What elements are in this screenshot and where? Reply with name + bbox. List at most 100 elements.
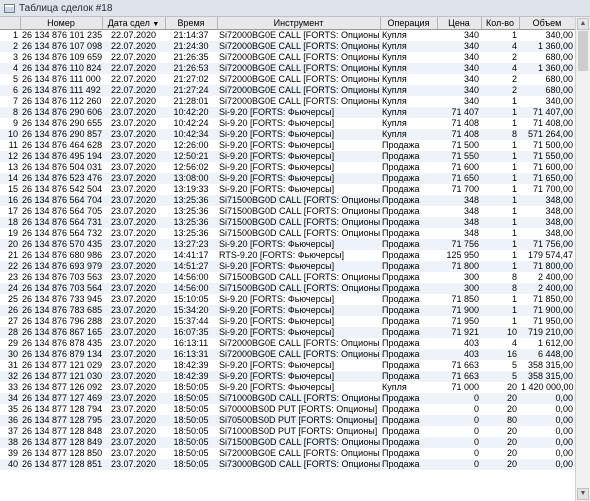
table-row[interactable]: 25 26 134 876 733 945 23.07.2020 15:10:05 Si… bbox=[0, 294, 575, 305]
volume-cell: 0,00 bbox=[555, 426, 573, 436]
row-index-cell: 17 bbox=[7, 206, 18, 216]
table-row[interactable]: 22 26 134 876 693 979 23.07.2020 14:51:27 Si… bbox=[0, 261, 575, 272]
table-row[interactable]: 20 26 134 876 570 435 23.07.2020 13:27:23 Si… bbox=[0, 239, 575, 250]
window-titlebar[interactable]: Таблица сделок #18 bbox=[0, 0, 590, 17]
table-row[interactable]: 17 26 134 876 564 705 23.07.2020 13:25:36 Si… bbox=[0, 206, 575, 217]
volume-cell: 1 612,00 bbox=[537, 338, 573, 348]
table-row[interactable]: 6 26 134 876 111 492 22.07.2020 21:27:24 Si7… bbox=[0, 85, 575, 96]
price-cell: 71 700 bbox=[451, 184, 479, 194]
volume-cell: 1 360,00 bbox=[537, 41, 573, 51]
table-row[interactable]: 39 26 134 877 128 850 23.07.2020 18:50:05 Si… bbox=[0, 448, 575, 459]
table-row[interactable]: 24 26 134 876 703 564 23.07.2020 14:56:00 Si… bbox=[0, 283, 575, 294]
table-row[interactable]: 15 26 134 876 542 504 23.07.2020 13:19:33 Si… bbox=[0, 184, 575, 195]
table-row[interactable]: 38 26 134 877 128 849 23.07.2020 18:50:05 Si… bbox=[0, 437, 575, 448]
table-row[interactable]: 28 26 134 876 867 165 23.07.2020 16:07:35 Si… bbox=[0, 327, 575, 338]
table-row[interactable]: 1 26 134 876 101 235 22.07.2020 21:14:37 Si7… bbox=[0, 29, 575, 41]
table-row[interactable]: 32 26 134 877 121 030 23.07.2020 18:42:39 Si… bbox=[0, 371, 575, 382]
instrument-cell: Si71500BG0D CALL [FORTS: Опционы] bbox=[219, 195, 380, 205]
table-row[interactable]: 10 26 134 876 290 857 23.07.2020 10:42:34 Si… bbox=[0, 129, 575, 140]
quantity-cell: 1 bbox=[511, 151, 517, 161]
scroll-up-arrow-icon[interactable]: ▲ bbox=[577, 18, 589, 30]
col-header-time[interactable]: Время bbox=[165, 17, 218, 30]
table-row[interactable]: 12 26 134 876 495 194 23.07.2020 12:50:21 Si… bbox=[0, 151, 575, 162]
table-row[interactable]: 36 26 134 877 128 795 23.07.2020 18:50:05 Si… bbox=[0, 415, 575, 426]
col-header-volume[interactable]: Объем bbox=[519, 17, 575, 30]
volume-cell: 71 407,00 bbox=[532, 107, 573, 117]
operation-cell: Продажа bbox=[382, 283, 420, 293]
trade-date-cell: 23.07.2020 bbox=[110, 239, 157, 249]
table-row[interactable]: 23 26 134 876 703 563 23.07.2020 14:56:00 Si… bbox=[0, 272, 575, 283]
table-row[interactable]: 7 26 134 876 112 260 22.07.2020 21:28:01 Si7… bbox=[0, 96, 575, 107]
price-cell: 300 bbox=[463, 283, 479, 293]
col-header-number[interactable]: Номер bbox=[20, 17, 103, 30]
col-header-price[interactable]: Цена bbox=[437, 17, 482, 30]
scroll-down-arrow-icon[interactable]: ▼ bbox=[577, 488, 589, 500]
col-header-instrument[interactable]: Инструмент bbox=[217, 17, 381, 30]
instrument-cell: Si-9.20 [FORTS: Фьючерсы] bbox=[219, 184, 335, 194]
row-index-cell: 1 bbox=[12, 30, 18, 40]
trade-number-cell: 26 134 876 680 986 bbox=[22, 250, 102, 260]
table-row[interactable]: 19 26 134 876 564 732 23.07.2020 13:25:36 Si… bbox=[0, 228, 575, 239]
operation-cell: Купля bbox=[382, 107, 407, 117]
col-header-index[interactable] bbox=[0, 17, 21, 30]
scrollbar-thumb[interactable] bbox=[578, 31, 588, 71]
volume-cell: 71 700,00 bbox=[532, 184, 573, 194]
row-index-cell: 9 bbox=[12, 118, 18, 128]
table-row[interactable]: 8 26 134 876 290 606 23.07.2020 10:42:20 Si-… bbox=[0, 107, 575, 118]
instrument-cell: Si71500BG0D CALL [FORTS: Опционы] bbox=[219, 272, 380, 282]
volume-cell: 348,00 bbox=[545, 206, 573, 216]
table-row[interactable]: 40 26 134 877 128 851 23.07.2020 18:50:05 Si… bbox=[0, 459, 575, 470]
volume-cell: 0,00 bbox=[555, 415, 573, 425]
trade-date-cell: 23.07.2020 bbox=[110, 272, 157, 282]
trade-date-cell: 22.07.2020 bbox=[110, 74, 157, 84]
table-row[interactable]: 18 26 134 876 564 731 23.07.2020 13:25:36 Si… bbox=[0, 217, 575, 228]
table-row[interactable]: 9 26 134 876 290 655 23.07.2020 10:42:24 Si-… bbox=[0, 118, 575, 129]
quantity-cell: 20 bbox=[506, 426, 517, 436]
table-row[interactable]: 26 26 134 876 783 685 23.07.2020 15:34:20 Si… bbox=[0, 305, 575, 316]
trade-date-cell: 23.07.2020 bbox=[110, 459, 157, 469]
trade-number-cell: 26 134 876 703 563 bbox=[22, 272, 102, 282]
price-cell: 340 bbox=[463, 30, 479, 40]
instrument-cell: Si-9.20 [FORTS: Фьючерсы] bbox=[219, 173, 335, 183]
trade-number-cell: 26 134 876 867 165 bbox=[22, 327, 102, 337]
row-index-cell: 12 bbox=[7, 151, 18, 161]
row-index-cell: 2 bbox=[12, 41, 18, 51]
table-row[interactable]: 35 26 134 877 128 794 23.07.2020 18:50:05 Si… bbox=[0, 404, 575, 415]
col-header-operation[interactable]: Операция bbox=[380, 17, 438, 30]
table-row[interactable]: 34 26 134 877 127 469 23.07.2020 18:50:05 Si… bbox=[0, 393, 575, 404]
table-row[interactable]: 14 26 134 876 523 476 23.07.2020 13:08:00 Si… bbox=[0, 173, 575, 184]
table-row[interactable]: 2 26 134 876 107 098 22.07.2020 21:24:30 Si7… bbox=[0, 41, 575, 52]
instrument-cell: Si72000BG0E CALL [FORTS: Опционы] bbox=[219, 52, 380, 62]
table-row[interactable]: 13 26 134 876 504 031 23.07.2020 12:56:02 Si… bbox=[0, 162, 575, 173]
col-header-quantity[interactable]: Кол-во bbox=[481, 17, 520, 30]
vertical-scrollbar[interactable]: ▲ ▼ bbox=[575, 17, 590, 501]
row-index-cell: 29 bbox=[7, 338, 18, 348]
trade-number-cell: 26 134 876 504 031 bbox=[22, 162, 102, 172]
table-row[interactable]: 27 26 134 876 796 288 23.07.2020 15:37:44 Si… bbox=[0, 316, 575, 327]
table-row[interactable]: 37 26 134 877 128 848 23.07.2020 18:50:05 Si… bbox=[0, 426, 575, 437]
trade-time-cell: 18:42:39 bbox=[173, 371, 209, 381]
operation-cell: Продажа bbox=[382, 316, 420, 326]
table-row[interactable]: 4 26 134 876 110 824 22.07.2020 21:26:53 Si7… bbox=[0, 63, 575, 74]
table-row[interactable]: 33 26 134 877 126 092 23.07.2020 18:50:05 Si… bbox=[0, 382, 575, 393]
instrument-cell: Si71500BG0D CALL [FORTS: Опционы] bbox=[219, 217, 380, 227]
trade-date-cell: 23.07.2020 bbox=[110, 195, 157, 205]
instrument-cell: Si71000BG0D CALL [FORTS: Опционы] bbox=[219, 393, 380, 403]
volume-cell: 0,00 bbox=[555, 404, 573, 414]
table-row[interactable]: 16 26 134 876 564 704 23.07.2020 13:25:36 Si… bbox=[0, 195, 575, 206]
table-row[interactable]: 29 26 134 876 878 435 23.07.2020 16:13:11 Si… bbox=[0, 338, 575, 349]
row-index-cell: 22 bbox=[7, 261, 18, 271]
table-row[interactable]: 11 26 134 876 464 628 23.07.2020 12:26:00 Si… bbox=[0, 140, 575, 151]
row-index-cell: 35 bbox=[7, 404, 18, 414]
row-index-cell: 11 bbox=[8, 140, 18, 150]
table-row[interactable]: 30 26 134 876 879 134 23.07.2020 16:13:31 Si… bbox=[0, 349, 575, 360]
table-row[interactable]: 31 26 134 877 121 029 23.07.2020 18:42:39 Si… bbox=[0, 360, 575, 371]
trade-time-cell: 13:25:36 bbox=[173, 195, 209, 205]
table-row[interactable]: 21 26 134 876 680 986 23.07.2020 14:41:17 RT… bbox=[0, 250, 575, 261]
table-row[interactable]: 3 26 134 876 109 659 22.07.2020 21:26:35 Si7… bbox=[0, 52, 575, 63]
table-row[interactable]: 5 26 134 876 111 000 22.07.2020 21:27:02 Si7… bbox=[0, 74, 575, 85]
price-cell: 71 550 bbox=[451, 151, 479, 161]
quantity-cell: 16 bbox=[506, 349, 517, 359]
col-header-date[interactable]: Дата сдел ▼ bbox=[102, 17, 166, 30]
row-index-cell: 31 bbox=[7, 360, 18, 370]
